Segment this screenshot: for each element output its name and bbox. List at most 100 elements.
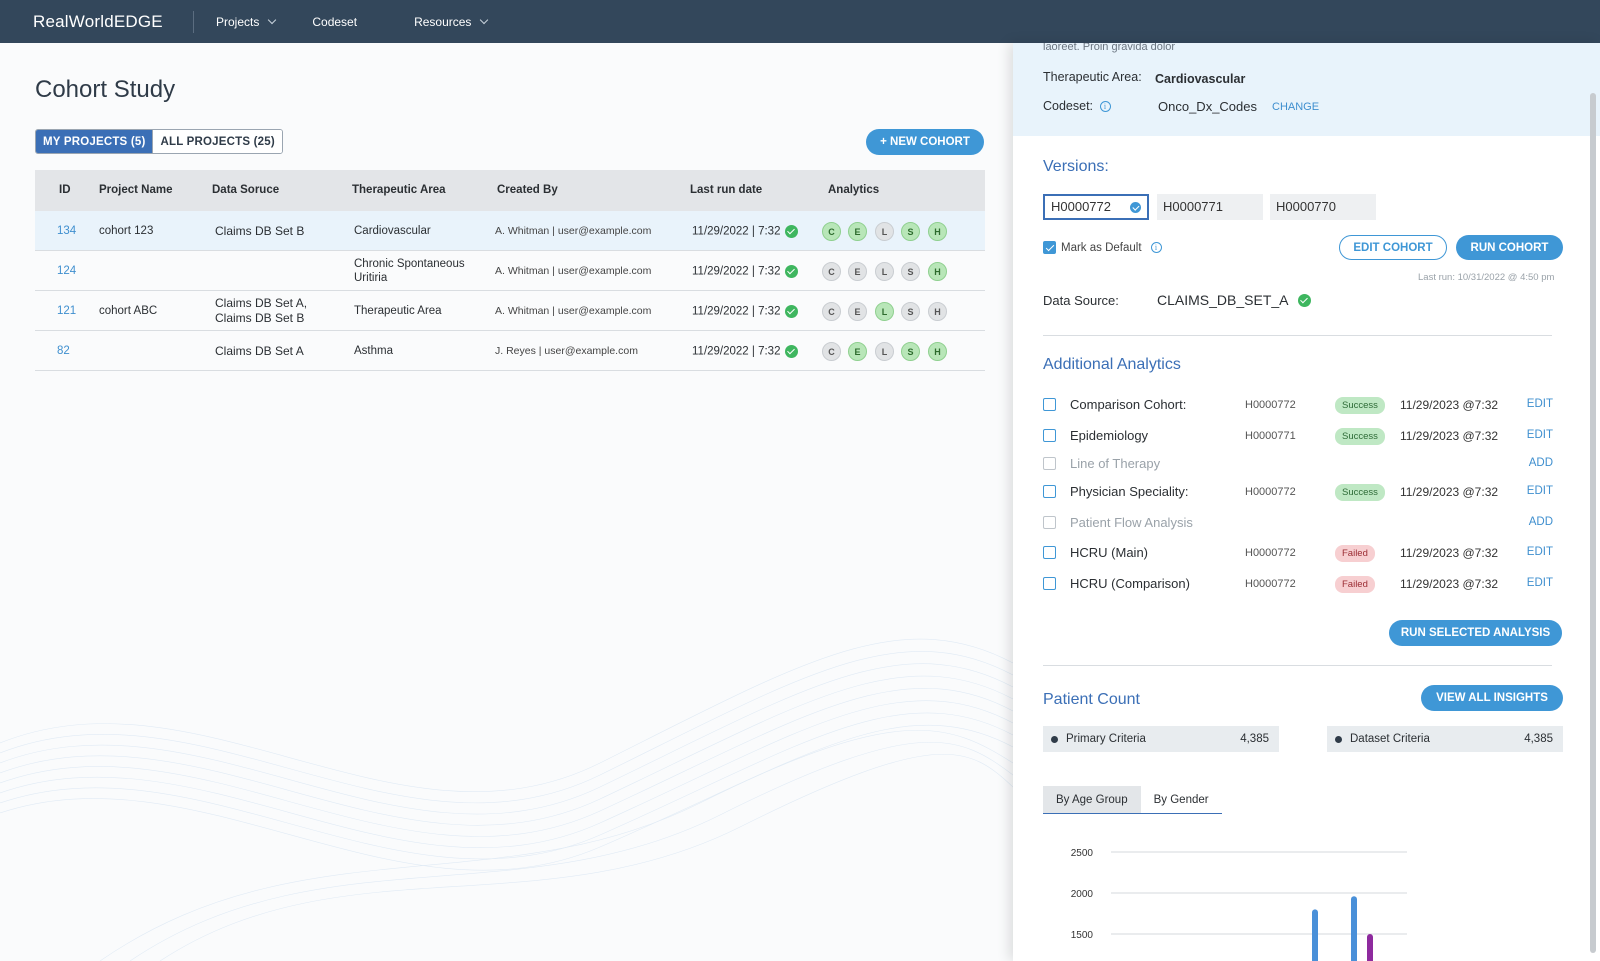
analytics-pill-l[interactable]: L [875, 222, 894, 241]
view-all-insights-button[interactable]: VIEW ALL INSIGHTS [1421, 685, 1563, 711]
table-header: ID Project Name Data Soruce Therapeutic … [35, 170, 985, 211]
col-created-by[interactable]: Created By [497, 184, 558, 196]
col-last-run-date[interactable]: Last run date [690, 184, 762, 196]
col-data-source[interactable]: Data Soruce [212, 184, 279, 196]
mark-default-group: Mark as Default i [1043, 241, 1162, 254]
chart-y-tick-label: 2500 [1071, 848, 1094, 859]
analytics-row: Epidemiology H0000771 Success 11/29/2023… [1043, 426, 1553, 446]
run-selected-analysis-button[interactable]: RUN SELECTED ANALYSIS [1389, 620, 1562, 646]
tab-all-projects[interactable]: ALL PROJECTS (25) [152, 130, 282, 153]
table-row[interactable]: 124 Chronic Spontaneous Uritiria A. Whit… [35, 251, 985, 291]
analytics-checkbox[interactable] [1043, 429, 1056, 442]
analytics-version: H0000772 [1245, 399, 1296, 411]
analytics-pill-s[interactable]: S [901, 302, 920, 321]
run-cohort-button[interactable]: RUN COHORT [1456, 235, 1563, 260]
analytics-pill-e[interactable]: E [848, 342, 867, 361]
criteria-value: 4,385 [1240, 733, 1269, 745]
brand-logo[interactable]: RealWorldEDGE [33, 12, 193, 32]
analytics-pill-c[interactable]: C [822, 222, 841, 241]
projects-table: ID Project Name Data Soruce Therapeutic … [35, 170, 985, 371]
analytics-edit-link[interactable]: EDIT [1527, 398, 1553, 410]
version-tab[interactable]: H0000771 [1157, 194, 1263, 220]
row-id-link[interactable]: 134 [57, 225, 76, 237]
mark-default-label: Mark as Default [1061, 241, 1142, 254]
table-row[interactable]: 121 cohort ABC Claims DB Set A, Claims D… [35, 291, 985, 331]
table-row[interactable]: 134 cohort 123 Claims DB Set B Cardiovas… [35, 211, 985, 251]
tab-my-projects[interactable]: MY PROJECTS (5) [36, 130, 153, 153]
tab-by-gender[interactable]: By Gender [1141, 786, 1222, 813]
chart-bar[interactable] [1312, 909, 1318, 961]
analytics-pill-h[interactable]: H [928, 342, 947, 361]
version-tab-selected[interactable]: H0000772 [1043, 194, 1149, 220]
project-filter-tabs: MY PROJECTS (5) ALL PROJECTS (25) [35, 129, 283, 154]
analytics-pill-c[interactable]: C [822, 262, 841, 281]
analytics-checkbox[interactable] [1043, 516, 1056, 529]
row-id-link[interactable]: 121 [57, 305, 76, 317]
nav-projects[interactable]: Projects [216, 15, 277, 29]
analytics-checkbox[interactable] [1043, 577, 1056, 590]
nav-codeset[interactable]: Codeset [312, 15, 357, 29]
nav-resources[interactable]: Resources [414, 14, 489, 29]
chart-bar[interactable] [1367, 934, 1373, 961]
col-id[interactable]: ID [59, 184, 71, 196]
col-therapeutic-area[interactable]: Therapeutic Area [352, 184, 446, 196]
col-analytics[interactable]: Analytics [828, 184, 879, 196]
mark-default-checkbox[interactable] [1043, 241, 1056, 254]
row-last-run: 11/29/2022 | 7:32 [692, 305, 799, 318]
info-icon[interactable]: i [1099, 101, 1111, 113]
bullet-icon [1051, 735, 1058, 743]
analytics-pill-s[interactable]: S [901, 262, 920, 281]
analytics-date: 11/29/2023 @7:32 [1400, 577, 1499, 591]
analytics-row: Physician Speciality: H0000772 Success 1… [1043, 482, 1553, 502]
panel-scrollbar[interactable] [1590, 93, 1596, 953]
analytics-pill-l[interactable]: L [875, 262, 894, 281]
edit-cohort-button[interactable]: EDIT COHORT [1339, 235, 1447, 260]
row-therapeutic-area: Asthma [354, 345, 393, 357]
analytics-checkbox[interactable] [1043, 485, 1056, 498]
analytics-pill-s[interactable]: S [901, 342, 920, 361]
analytics-checkbox[interactable] [1043, 457, 1056, 470]
analytics-edit-link[interactable]: EDIT [1527, 546, 1553, 558]
analytics-row: HCRU (Comparison) H0000772 Failed 11/29/… [1043, 574, 1553, 594]
status-badge: Failed [1335, 576, 1375, 593]
analytics-pill-h[interactable]: H [928, 302, 947, 321]
version-tab[interactable]: H0000770 [1270, 194, 1376, 220]
row-id-link[interactable]: 82 [57, 345, 70, 357]
row-id-link[interactable]: 124 [57, 265, 76, 277]
analytics-pill-l[interactable]: L [875, 302, 894, 321]
analytics-pill-e[interactable]: E [848, 262, 867, 281]
chart-bar[interactable] [1351, 896, 1357, 961]
info-icon[interactable]: i [1150, 242, 1162, 253]
analytics-pill-e[interactable]: E [848, 222, 867, 241]
analytics-edit-link[interactable]: EDIT [1527, 577, 1553, 589]
analytics-pill-h[interactable]: H [928, 262, 947, 281]
change-codeset-link[interactable]: CHANGE [1272, 101, 1319, 113]
analytics-edit-link[interactable]: EDIT [1527, 429, 1553, 441]
divider [1043, 665, 1552, 666]
analytics-pill-l[interactable]: L [875, 342, 894, 361]
new-cohort-button[interactable]: + NEW COHORT [866, 129, 984, 155]
analytics-name: Line of Therapy [1070, 456, 1161, 471]
nav-resources-label: Resources [414, 14, 472, 29]
analytics-edit-link[interactable]: EDIT [1527, 485, 1553, 497]
analytics-pill-c[interactable]: C [822, 302, 841, 321]
analytics-checkbox[interactable] [1043, 546, 1056, 559]
analytics-pill-s[interactable]: S [901, 222, 920, 241]
analytics-date: 11/29/2023 @7:32 [1400, 398, 1499, 412]
col-project-name[interactable]: Project Name [99, 184, 173, 196]
success-check-icon [1297, 293, 1311, 307]
codeset-value: Onco_Dx_Codes [1158, 99, 1257, 114]
tab-by-age-group[interactable]: By Age Group [1043, 786, 1141, 813]
table-row[interactable]: 82 Claims DB Set A Asthma J. Reyes | use… [35, 331, 985, 371]
row-project-name: cohort 123 [99, 225, 154, 237]
analytics-add-link[interactable]: ADD [1529, 457, 1553, 469]
analytics-pill-e[interactable]: E [848, 302, 867, 321]
analytics-checkbox[interactable] [1043, 398, 1056, 411]
patient-count-title: Patient Count [1043, 691, 1140, 708]
status-badge: Success [1335, 484, 1385, 501]
analytics-pill-c[interactable]: C [822, 342, 841, 361]
analytics-add-link[interactable]: ADD [1529, 516, 1553, 528]
analytics-pill-h[interactable]: H [928, 222, 947, 241]
row-last-run-text: 11/29/2022 | 7:32 [692, 225, 781, 238]
row-last-run-text: 11/29/2022 | 7:32 [692, 265, 781, 278]
